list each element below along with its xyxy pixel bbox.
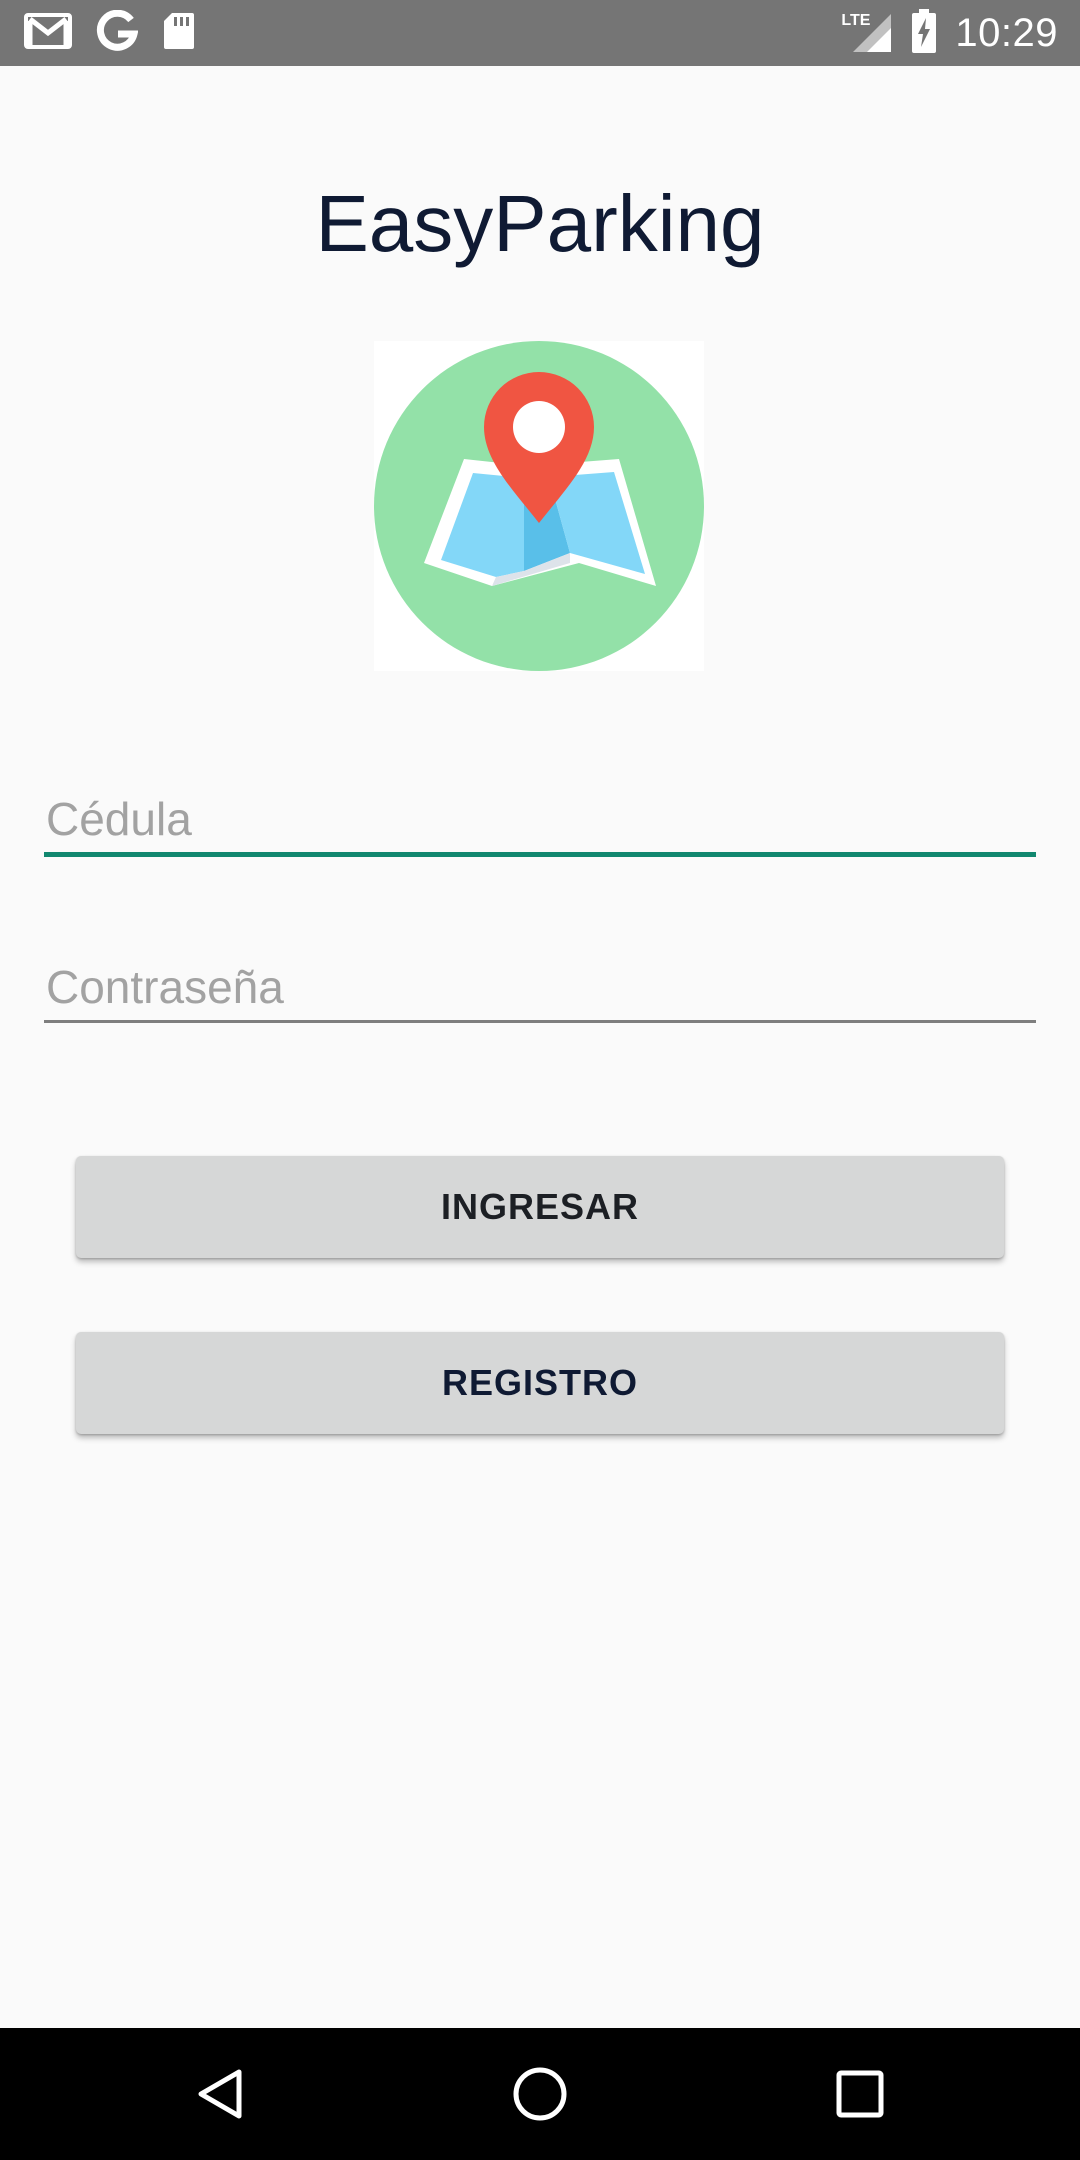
password-underline: [44, 1020, 1036, 1023]
cedula-input[interactable]: [44, 792, 1036, 852]
cedula-underline: [44, 852, 1036, 857]
map-location-pin-icon: [374, 341, 704, 671]
home-icon[interactable]: [504, 2058, 576, 2130]
gmail-icon: [24, 11, 72, 56]
password-input[interactable]: [44, 960, 1036, 1020]
app-title: EasyParking: [315, 179, 765, 268]
battery-charging-icon: [911, 8, 937, 58]
sd-card-icon: [162, 11, 196, 56]
recents-icon[interactable]: [824, 2058, 896, 2130]
network-type-label: LTE: [841, 12, 871, 29]
cedula-field[interactable]: [44, 792, 1036, 857]
navigation-bar: [0, 2028, 1080, 2160]
notification-icons: [24, 9, 220, 57]
lte-signal-icon: LTE: [841, 10, 893, 56]
register-button[interactable]: REGISTRO: [76, 1332, 1004, 1434]
google-icon: [96, 9, 139, 57]
system-indicators: LTE 10:29: [823, 0, 1058, 66]
status-clock: 10:29: [955, 10, 1058, 55]
status-bar: LTE 10:29: [0, 0, 1080, 66]
password-field[interactable]: [44, 960, 1036, 1023]
back-icon[interactable]: [185, 2058, 257, 2130]
login-button[interactable]: INGRESAR: [76, 1156, 1004, 1258]
